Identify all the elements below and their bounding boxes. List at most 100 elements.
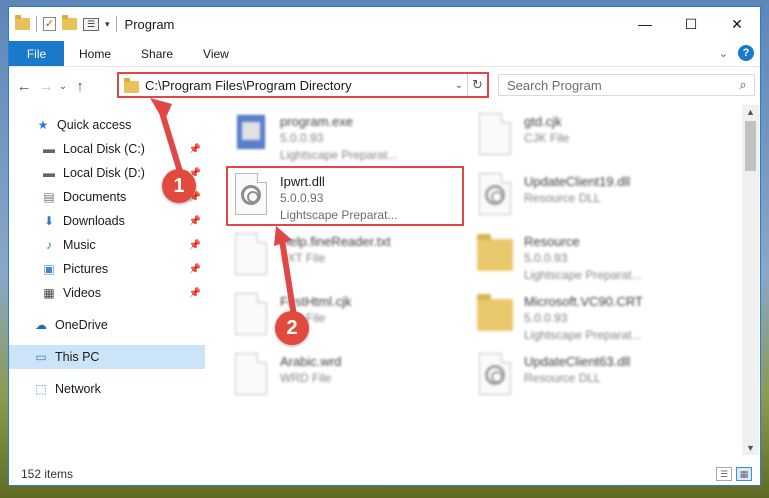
title-bar: ✓ ☰ ▾ Program — ☐ ✕ [9, 7, 760, 41]
sidebar-item-label: Quick access [57, 118, 132, 132]
refresh-icon[interactable]: ↻ [467, 74, 487, 96]
file-name: FirstHtml.cjk [280, 294, 352, 309]
sidebar-item-downloads[interactable]: ⬇ Downloads 📌 [9, 209, 205, 233]
close-icon[interactable]: ✕ [714, 7, 760, 41]
file-item[interactable]: Microsoft.VC90.CRT 5.0.0.93 Lightscape P… [475, 291, 715, 349]
forward-arrow-icon[interactable]: → [35, 78, 57, 95]
file-item[interactable]: Resource 5.0.0.93 Lightscape Preparat... [475, 231, 715, 289]
customize-toolbar-icon[interactable]: ☰ [83, 17, 99, 31]
sidebar-item-label: Music [63, 238, 96, 252]
file-item[interactable]: Arabic.wrd WRD File [231, 351, 471, 409]
file-version: 5.0.0.93 [280, 131, 324, 145]
file-name: Arabic.wrd [280, 354, 342, 369]
sidebar-item-label: Local Disk (D:) [63, 166, 145, 180]
explorer-window: ✓ ☰ ▾ Program — ☐ ✕ File Home Share View… [8, 6, 761, 486]
file-description: Lightscape Preparat... [280, 148, 398, 162]
file-item[interactable]: Help.fineReader.txt TXT File [231, 231, 471, 289]
file-name: program.exe [280, 114, 353, 129]
music-icon: ♪ [46, 238, 52, 252]
file-description: Lightscape Preparat... [524, 268, 642, 282]
pin-icon: 📌 [188, 143, 201, 155]
document-icon [231, 291, 271, 339]
expand-ribbon-chevron-icon[interactable]: ⌄ [719, 47, 728, 60]
item-count: 152 items [21, 467, 74, 481]
sidebar-item-label: Documents [63, 190, 127, 204]
quick-access-toolbar: ✓ ☰ ▾ [15, 15, 117, 32]
tab-file[interactable]: File [9, 41, 64, 66]
documents-icon: ▤ [43, 190, 55, 204]
search-icon[interactable]: ⌕ [732, 77, 754, 93]
tab-share[interactable]: Share [126, 41, 188, 66]
sidebar-item-network[interactable]: ⬚ Network [9, 377, 205, 401]
window-title: Program [124, 16, 175, 32]
dll-gear-icon [475, 171, 515, 219]
tiles-view-icon[interactable]: ▦ [736, 467, 752, 481]
toolbar-dropdown-icon[interactable]: ▾ [105, 19, 110, 30]
file-version: 5.0.0.93 [524, 311, 568, 325]
back-arrow-icon[interactable]: ← [13, 78, 35, 95]
file-name: UpdateClient19.dll [524, 174, 631, 189]
toolbar-divider [36, 16, 37, 32]
toolbar-divider [115, 16, 117, 32]
file-name: UpdateClient63.dll [524, 354, 631, 369]
file-name: Help.fineReader.txt [280, 234, 391, 249]
file-list: program.exe 5.0.0.93 Lightscape Preparat… [205, 105, 742, 455]
tab-view[interactable]: View [188, 41, 244, 66]
tab-home[interactable]: Home [64, 41, 126, 66]
maximize-icon[interactable]: ☐ [668, 7, 714, 41]
sidebar-item-label: OneDrive [55, 318, 108, 332]
folder-icon [15, 15, 30, 30]
file-type: Resource DLL [524, 371, 601, 385]
address-bar[interactable]: C:\Program Files\Program Directory ⌄ ↻ [117, 72, 489, 98]
scroll-up-icon[interactable]: ▲ [746, 107, 755, 117]
pin-icon: 📌 [188, 263, 201, 275]
sidebar-item-label: This PC [55, 350, 100, 364]
pin-icon: 📌 [188, 287, 201, 299]
up-arrow-icon[interactable]: ↑ [69, 78, 91, 95]
file-name: Resource [524, 234, 580, 249]
recent-locations-chevron-icon[interactable]: ⌄ [57, 81, 69, 92]
sidebar-item-label: Network [55, 382, 101, 396]
minimize-icon[interactable]: — [622, 7, 668, 41]
search-input[interactable]: Search Program [507, 78, 732, 93]
address-path[interactable]: C:\Program Files\Program Directory [145, 78, 451, 93]
file-item[interactable]: UpdateClient19.dll Resource DLL [475, 171, 715, 229]
sidebar-item-label: Local Disk (C:) [63, 142, 145, 156]
sidebar-item-this-pc[interactable]: ▭ This PC [9, 345, 205, 369]
file-highlight-box [226, 166, 464, 226]
pictures-icon: ▣ [43, 262, 55, 276]
downloads-icon: ⬇ [43, 214, 55, 228]
exe-icon [231, 111, 271, 159]
properties-check-icon[interactable]: ✓ [43, 17, 56, 31]
scroll-down-icon[interactable]: ▼ [746, 443, 755, 453]
help-icon[interactable]: ? [738, 45, 754, 61]
sidebar-item-quick-access[interactable]: ★ Quick access [9, 113, 205, 137]
sidebar-item-music[interactable]: ♪ Music 📌 [9, 233, 205, 257]
vertical-scrollbar[interactable]: ▲ ▼ [742, 105, 759, 455]
videos-icon: ▦ [43, 286, 55, 300]
sidebar-item-local-disk-c[interactable]: ▬ Local Disk (C:) 📌 [9, 137, 205, 161]
file-item[interactable]: FirstHtml.cjk CJK File [231, 291, 471, 349]
document-icon [475, 111, 515, 159]
file-type: CJK File [524, 131, 570, 145]
sidebar-item-pictures[interactable]: ▣ Pictures 📌 [9, 257, 205, 281]
step-1-badge: 1 [162, 169, 196, 203]
file-item[interactable]: UpdateClient63.dll Resource DLL [475, 351, 715, 409]
folder-icon [124, 77, 139, 93]
file-item[interactable]: program.exe 5.0.0.93 Lightscape Preparat… [231, 111, 471, 169]
step-2-badge: 2 [275, 311, 309, 345]
sidebar-item-onedrive[interactable]: ☁ OneDrive [9, 313, 205, 337]
file-type: TXT File [280, 251, 326, 265]
folder-icon [475, 231, 515, 279]
file-item[interactable]: gtd.cjk CJK File [475, 111, 715, 169]
scrollbar-thumb[interactable] [745, 121, 756, 171]
address-dropdown-icon[interactable]: ⌄ [451, 80, 467, 91]
folder-icon [475, 291, 515, 339]
search-box[interactable]: Search Program ⌕ [498, 74, 755, 96]
sidebar-item-videos[interactable]: ▦ Videos 📌 [9, 281, 205, 305]
cloud-icon: ☁ [35, 318, 47, 332]
file-type: Resource DLL [524, 191, 601, 205]
details-view-icon[interactable]: ☰ [716, 467, 732, 481]
new-folder-icon[interactable] [62, 15, 77, 30]
pin-icon: 📌 [188, 239, 201, 251]
